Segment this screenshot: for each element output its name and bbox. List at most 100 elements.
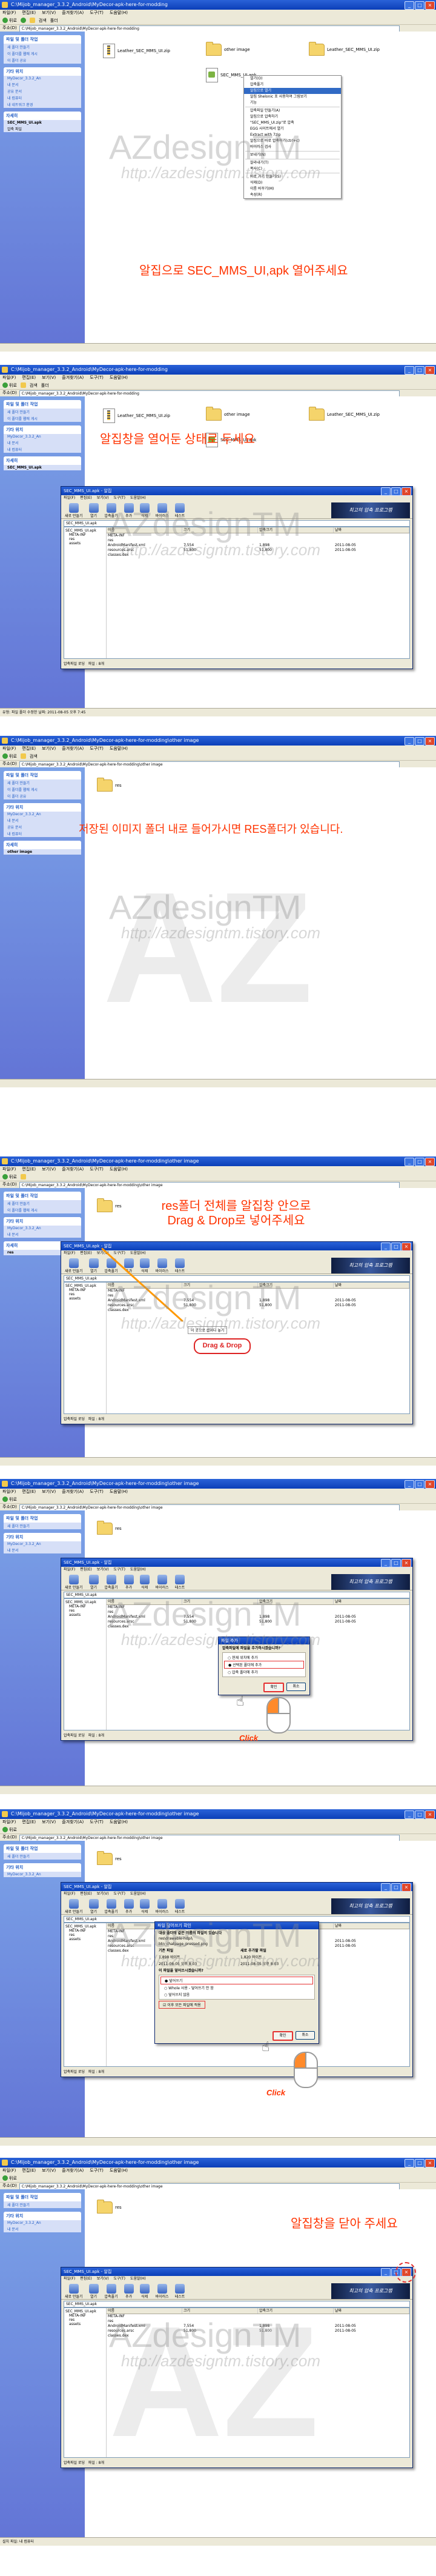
close-button[interactable]: ×	[401, 487, 411, 496]
task-item[interactable]: 이 폴더를 웹에 게시	[4, 415, 81, 422]
column-header[interactable]: 크기	[182, 1283, 258, 1288]
tree-node[interactable]: SEC_MMS_UI.apk	[65, 1924, 105, 1929]
places-title[interactable]: 기타 위치	[4, 1863, 81, 1872]
table-row[interactable]: AndroidManifest.xml 7,554 1,898 2011-08-05	[107, 1298, 409, 1303]
column-header[interactable]: 이름	[107, 1599, 182, 1604]
tool-test[interactable]: 테스트	[175, 1575, 185, 1590]
column-header[interactable]: 압축크기	[258, 2308, 334, 2314]
tool-open[interactable]: 열기	[88, 1258, 99, 1273]
table-row[interactable]: AndroidManifest.xml 7,554 1,898 2011-08-05	[107, 2324, 409, 2329]
context-menu-item[interactable]: 열기(O)	[244, 76, 341, 82]
close-button[interactable]: ×	[401, 1243, 411, 1251]
menu-item[interactable]: 보기(V)	[97, 1567, 109, 1573]
column-header[interactable]: 날짜	[334, 2308, 409, 2314]
tool-test[interactable]: 테스트	[175, 1899, 185, 1914]
tree-node[interactable]: SEC_MMS_UI.apk	[65, 2309, 105, 2314]
tree-node[interactable]: META-INF	[65, 533, 105, 537]
tool-virus[interactable]: 바이러스	[156, 2284, 169, 2299]
up-button[interactable]	[20, 1174, 26, 1180]
back-button[interactable]: 뒤로	[2, 1174, 17, 1180]
context-menu-item[interactable]: 이름 바꾸기(M)	[244, 186, 341, 192]
res-folder-item[interactable]: res	[97, 1521, 122, 1535]
minimize-button[interactable]: _	[405, 366, 414, 375]
place-item[interactable]: 내 문서	[4, 1547, 81, 1553]
menu-tools[interactable]: 도구(T)	[90, 1819, 104, 1826]
option-radio[interactable]: ○ Whole 사용 - 덮어쓰기 안 함	[160, 1984, 313, 1991]
back-button[interactable]: 뒤로	[2, 1497, 17, 1503]
menu-item[interactable]: 편집(E)	[80, 1891, 92, 1897]
search-button[interactable]: 검색	[30, 382, 38, 389]
close-button[interactable]: ×	[425, 366, 435, 375]
place-item[interactable]: MyDecor_3.3.2_An	[4, 76, 81, 81]
place-item[interactable]: 내 문서	[4, 1231, 81, 1238]
maximize-button[interactable]: □	[391, 1559, 401, 1567]
table-row[interactable]: META-INF	[107, 533, 409, 538]
menu-file[interactable]: 파일(F)	[2, 746, 16, 752]
tasks-title[interactable]: 파일 및 폴더 작업	[4, 1192, 81, 1200]
cancel-button[interactable]: 취소	[286, 1683, 306, 1691]
tool-extract[interactable]: 압축풀기	[105, 2284, 118, 2299]
task-publish[interactable]: 이 폴더를 웹에 게시	[4, 50, 81, 57]
tool-new[interactable]: 새로 만들기	[65, 2284, 83, 2299]
minimize-button[interactable]: _	[405, 1810, 414, 1819]
menu-favorites[interactable]: 즐겨찾기(A)	[62, 1819, 84, 1826]
tool-open[interactable]: 열기	[88, 2284, 99, 2299]
maximize-button[interactable]: □	[415, 1158, 424, 1166]
menu-item[interactable]: 파일(F)	[64, 495, 75, 501]
table-row[interactable]: resources.arsc 51,800 51,800 2011-08-05	[107, 1303, 409, 1308]
place-item[interactable]: 공유 문서	[4, 88, 81, 95]
tree-node[interactable]: META-INF	[65, 2314, 105, 2318]
close-button[interactable]: ×	[401, 1883, 411, 1892]
close-button[interactable]: ×	[425, 1810, 435, 1819]
res-folder-item[interactable]: res	[97, 2200, 122, 2214]
maximize-button[interactable]: □	[391, 1883, 401, 1892]
context-menu-item[interactable]: 압축풀기	[244, 82, 341, 88]
menu-item[interactable]: 도구(T)	[114, 495, 125, 501]
place-item[interactable]: MyDecor_3.3.2_An	[4, 1872, 81, 1877]
menu-view[interactable]: 보기(V)	[42, 1819, 56, 1826]
tool-open[interactable]: 열기	[88, 1899, 99, 1914]
table-row[interactable]: classes.dex	[107, 1624, 409, 1629]
menu-help[interactable]: 도움말(H)	[110, 10, 128, 16]
yes-button[interactable]: 확인	[272, 2031, 293, 2041]
maximize-button[interactable]: □	[415, 2159, 424, 2167]
minimize-button[interactable]: _	[405, 1, 414, 10]
tool-add[interactable]: 추가	[124, 1575, 134, 1590]
menu-edit[interactable]: 편집(E)	[22, 2167, 36, 2174]
details-title[interactable]: 자세히	[4, 112, 81, 120]
menu-favorites[interactable]: 즐겨찾기(A)	[62, 1166, 84, 1173]
alzip-banner[interactable]: 최고의 압축 프로그램	[331, 502, 410, 518]
place-item[interactable]: 내 문서	[4, 439, 81, 446]
tree-node[interactable]: META-INF	[65, 1288, 105, 1292]
tree-node[interactable]: SEC_MMS_UI.apk	[65, 1600, 105, 1604]
table-row[interactable]: res	[107, 538, 409, 543]
menu-edit[interactable]: 편집(E)	[22, 375, 36, 381]
back-button[interactable]: 뒤로	[2, 753, 17, 759]
zip-file-item[interactable]: Leather_SEC_MMS_UI.zip	[103, 44, 170, 58]
place-item[interactable]: MyDecor_3.3.2_An	[4, 434, 81, 439]
context-menu-item[interactable]: EGG 사이트에서 열기	[244, 126, 341, 132]
place-item[interactable]: 내 컴퓨터	[4, 830, 81, 837]
table-row[interactable]: classes.dex	[107, 2334, 409, 2338]
alzip-address[interactable]: SEC_MMS_UI.apk	[64, 2301, 410, 2307]
column-header[interactable]: 날짜	[334, 1923, 409, 1929]
menu-item[interactable]: 도움말(H)	[130, 1891, 146, 1897]
apply-all-checkbox[interactable]: ☑ 이후 모든 파일에 적용	[159, 2001, 205, 2009]
tree-node[interactable]: SEC_MMS_UI.apk	[65, 1284, 105, 1288]
menu-item[interactable]: 도구(T)	[114, 1567, 125, 1573]
tree-node[interactable]: META-INF	[65, 1604, 105, 1609]
minimize-button[interactable]: _	[381, 1243, 391, 1251]
tool-extract[interactable]: 압축풀기	[105, 503, 118, 518]
table-row[interactable]: AndroidManifest.xml 7,554 1,898 2011-08-05	[107, 1615, 409, 1620]
place-item[interactable]: 내 문서	[4, 2226, 81, 2232]
tool-test[interactable]: 테스트	[175, 2284, 185, 2299]
tree-node[interactable]: res	[65, 1292, 105, 1296]
maximize-button[interactable]: □	[415, 1480, 424, 1489]
tool-virus[interactable]: 바이러스	[156, 503, 169, 518]
menu-view[interactable]: 보기(V)	[42, 1489, 56, 1495]
table-row[interactable]: META-INF	[107, 2314, 409, 2319]
menu-item[interactable]: 도움말(H)	[130, 1567, 146, 1573]
folder-item[interactable]: Leather_SEC_MMS_UI.zip	[309, 407, 380, 421]
task-item[interactable]: 이 폴더를 웹에 게시	[4, 786, 81, 793]
menu-edit[interactable]: 편집(E)	[22, 746, 36, 752]
